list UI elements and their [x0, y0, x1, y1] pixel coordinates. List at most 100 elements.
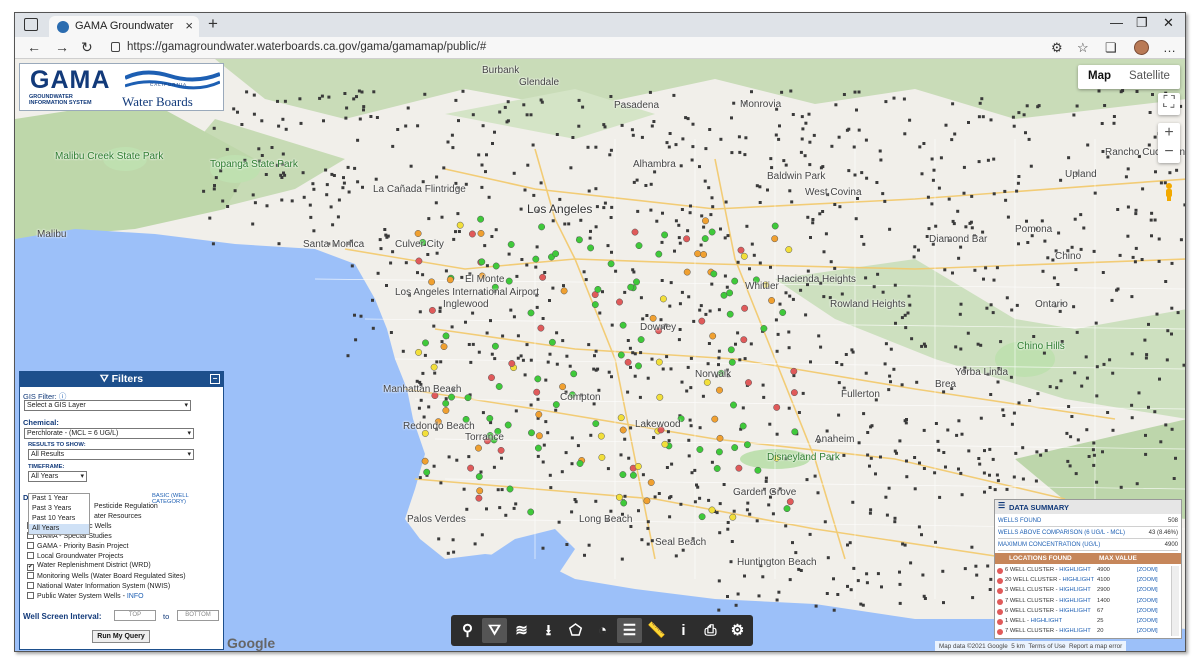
gama-logo[interactable]: GAMA GROUNDWATER INFORMATION SYSTEM CALI…	[19, 63, 224, 111]
street-view-pegman-icon[interactable]	[1163, 182, 1175, 202]
zoom-link[interactable]: [ZOOM]	[1137, 587, 1158, 593]
zoom-link[interactable]: [ZOOM]	[1137, 598, 1158, 604]
dataset-wrd[interactable]: ✔ Water Replenishment District (WRD)	[27, 562, 151, 571]
draw-tool-button[interactable]: ⬠	[563, 618, 588, 643]
well-screen-bottom-input[interactable]: BOTTOM	[177, 610, 219, 621]
zoom-link[interactable]: [ZOOM]	[1137, 628, 1158, 634]
zoom-link[interactable]: [ZOOM]	[1137, 567, 1158, 573]
minimize-icon[interactable]: —	[1110, 15, 1123, 30]
summary-row-above-comparison[interactable]: WELLS ABOVE COMPARISON (6 UG/L - MCL) 43 …	[998, 528, 1178, 539]
summary-tool-button[interactable]: ☰	[617, 618, 642, 643]
location-row[interactable]: 7 WELL CLUSTER - HIGHLIGHT 20 [ZOOM]	[997, 627, 1169, 638]
highlight-link[interactable]: HIGHLIGHT	[1059, 587, 1091, 593]
sampled-well-marker	[615, 493, 623, 501]
timeframe-select[interactable]: All Years	[28, 471, 87, 482]
location-row[interactable]: 1 WELL - HIGHLIGHT 25 [ZOOM]	[997, 617, 1169, 628]
map-type-satellite-button[interactable]: Satellite	[1129, 70, 1170, 82]
more-icon[interactable]: …	[1163, 40, 1176, 55]
measure-tool-button[interactable]: 📏	[644, 618, 669, 643]
dataset-monitoring-wells[interactable]: Monitoring Wells (Water Board Regulated …	[27, 572, 186, 580]
well-screen-top-input[interactable]: TOP	[114, 610, 156, 621]
location-row[interactable]: 20 WELL CLUSTER - HIGHLIGHT 4100 [ZOOM]	[997, 576, 1169, 587]
timeframe-option-selected[interactable]: All Years	[29, 524, 89, 534]
fullscreen-button[interactable]: ⛶	[1158, 93, 1180, 115]
zoom-link[interactable]: [ZOOM]	[1137, 618, 1158, 624]
timeframe-option[interactable]: Past 10 Years	[29, 514, 89, 524]
browser-tab[interactable]: GAMA Groundwater ×	[49, 16, 199, 37]
location-row[interactable]: 6 WELL CLUSTER - HIGHLIGHT 67 [ZOOM]	[997, 607, 1169, 618]
dataset-public-water-system[interactable]: Public Water System Wells - INFO	[27, 592, 144, 600]
well-marker	[957, 467, 960, 471]
chart-tool-button[interactable]: ◔	[590, 618, 615, 643]
zoom-out-button[interactable]: −	[1158, 143, 1180, 163]
checkbox[interactable]	[27, 542, 34, 549]
timeframe-option[interactable]: Past 3 Years	[29, 504, 89, 514]
basic-well-category-link[interactable]: BASIC (WELL CATEGORY)	[152, 493, 223, 505]
close-window-icon[interactable]: ✕	[1163, 15, 1174, 31]
well-marker	[700, 214, 704, 218]
chemical-select[interactable]: Perchlorate - (MCL = 6 UG/L)	[24, 428, 194, 439]
highlight-link[interactable]: HIGHLIGHT	[1062, 577, 1094, 583]
checkbox[interactable]	[27, 582, 34, 589]
summary-row-wells-found[interactable]: WELLS FOUND 508	[998, 516, 1178, 527]
run-query-button[interactable]: Run My Query	[92, 630, 150, 643]
reload-icon[interactable]: ↻	[81, 39, 93, 56]
map-canvas[interactable]: Los Angeles Glendale Pasadena Burbank Al…	[15, 59, 1185, 651]
layers-tool-button[interactable]: ≋	[509, 618, 534, 643]
zoom-link[interactable]: [ZOOM]	[1137, 577, 1158, 583]
download-tool-button[interactable]: ⭳	[536, 618, 561, 643]
well-marker	[893, 520, 897, 524]
well-marker	[764, 479, 768, 483]
sampled-well-marker	[731, 277, 739, 285]
timeframe-option[interactable]: Past 1 Year	[29, 494, 89, 504]
dataset-priority-basin[interactable]: GAMA - Priority Basin Project	[27, 542, 128, 550]
url-field[interactable]: https://gamagroundwater.waterboards.ca.g…	[127, 41, 486, 53]
forward-icon[interactable]: →	[55, 39, 69, 55]
well-marker	[1111, 428, 1115, 432]
new-tab-icon[interactable]: +	[208, 14, 218, 34]
map-toolbar: ⚲ ⛛ ≋ ⭳ ⬠ ◔ ☰ 📏 i ⎙ ⚙	[451, 615, 753, 646]
search-tool-button[interactable]: ⚲	[455, 618, 480, 643]
well-marker	[734, 342, 737, 346]
location-row[interactable]: 7 WELL CLUSTER - HIGHLIGHT 1400 [ZOOM]	[997, 597, 1169, 608]
info-link[interactable]: INFO	[127, 593, 144, 600]
close-tab-icon[interactable]: ×	[185, 18, 193, 33]
map-type-map-button[interactable]: Map	[1088, 70, 1111, 82]
info-tool-button[interactable]: i	[671, 618, 696, 643]
sampled-well-marker	[617, 414, 625, 422]
summary-row-max-concentration[interactable]: MAXIMUM CONCENTRATION (UG/L) 4900	[998, 540, 1178, 551]
checkbox[interactable]	[27, 592, 34, 599]
checkbox[interactable]	[27, 572, 34, 579]
restore-icon[interactable]: ❐	[1136, 15, 1148, 31]
highlight-link[interactable]: HIGHLIGHT	[1031, 618, 1063, 624]
tab-actions-icon[interactable]	[24, 18, 38, 31]
well-marker	[594, 145, 598, 149]
profile-avatar[interactable]	[1134, 40, 1149, 55]
highlight-link[interactable]: HIGHLIGHT	[1059, 628, 1091, 634]
gis-layer-select[interactable]: Select a GIS Layer	[24, 400, 191, 411]
dataset-local-groundwater[interactable]: Local Groundwater Projects	[27, 552, 123, 560]
back-icon[interactable]: ←	[27, 39, 41, 55]
highlight-link[interactable]: HIGHLIGHT	[1059, 567, 1091, 573]
zoom-in-button[interactable]: +	[1158, 123, 1180, 143]
collapse-panel-icon[interactable]: −	[210, 374, 220, 384]
summary-scrollbar[interactable]	[1171, 566, 1179, 636]
highlight-link[interactable]: HIGHLIGHT	[1059, 598, 1091, 604]
location-row[interactable]: 3 WELL CLUSTER - HIGHLIGHT 2900 [ZOOM]	[997, 586, 1169, 597]
settings-tool-button[interactable]: ⚙	[725, 618, 750, 643]
locations-header: LOCATIONS FOUND MAX VALUE	[995, 553, 1181, 564]
highlight-link[interactable]: HIGHLIGHT	[1059, 608, 1091, 614]
filter-tool-button[interactable]: ⛛	[482, 618, 507, 643]
checkbox-checked[interactable]: ✔	[27, 564, 34, 571]
print-tool-button[interactable]: ⎙	[698, 618, 723, 643]
results-select[interactable]: All Results	[28, 449, 194, 460]
site-settings-icon[interactable]: ⚙	[1051, 40, 1063, 56]
checkbox[interactable]	[27, 552, 34, 559]
collections-icon[interactable]: ❏	[1105, 40, 1117, 56]
location-row[interactable]: 6 WELL CLUSTER - HIGHLIGHT 4900 [ZOOM]	[997, 566, 1169, 577]
dataset-nwis[interactable]: National Water Information System (NWIS)	[27, 582, 170, 590]
well-marker	[988, 447, 992, 451]
zoom-link[interactable]: [ZOOM]	[1137, 608, 1158, 614]
well-marker	[623, 290, 627, 294]
favorites-icon[interactable]: ☆	[1077, 40, 1089, 56]
